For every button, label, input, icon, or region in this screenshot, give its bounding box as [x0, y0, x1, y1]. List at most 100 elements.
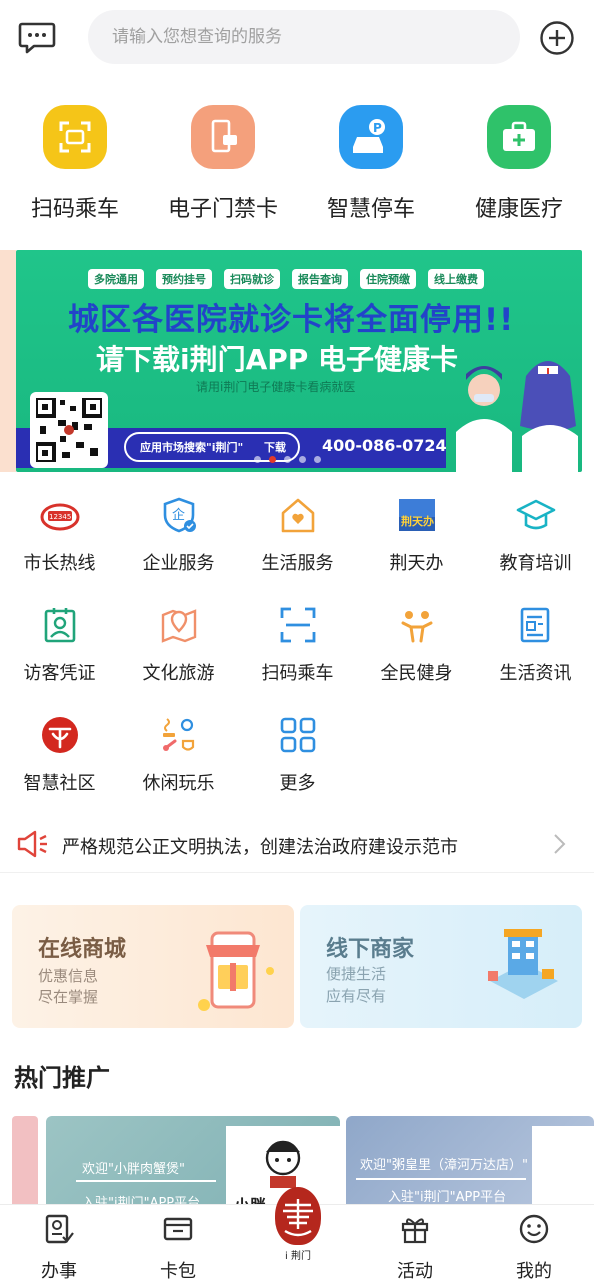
notice-text: 严格规范公正文明执法，创建法治政府建设示范市: [62, 837, 458, 858]
service-visitor[interactable]: 访客凭证: [0, 605, 119, 685]
service-label: 访客凭证: [23, 663, 96, 684]
carousel-dot[interactable]: [299, 456, 306, 463]
quick-door-card[interactable]: 电子门禁卡: [148, 105, 298, 223]
service-label: 全民健身: [380, 663, 453, 684]
quick-label: 扫码乘车: [30, 197, 119, 222]
map-pin-icon: [159, 605, 199, 645]
tab-label: i 荆门: [285, 1251, 311, 1262]
service-label: 文化旅游: [142, 663, 215, 684]
promo-offline-merchants[interactable]: 线下商家 便捷生活 应有尽有: [300, 905, 582, 1028]
service-label: 扫码乘车: [261, 663, 334, 684]
service-mayor-hotline[interactable]: 12345 市长热线: [0, 495, 119, 575]
wallet-icon: [163, 1217, 193, 1241]
message-icon[interactable]: [18, 18, 56, 56]
hot-card-peek[interactable]: [12, 1116, 38, 1216]
banner-tag: 住院预缴: [360, 269, 416, 289]
fitness-icon: [397, 605, 437, 645]
visitor-badge-icon: [40, 605, 80, 645]
news-icon: [516, 605, 556, 645]
banner-tag: 线上缴费: [428, 269, 484, 289]
hot-card-promo[interactable]: 欢迎"粥皇里（漳河万达店）" 入驻"i荆门"APP平台: [346, 1116, 594, 1216]
service-life-news[interactable]: 生活资讯: [476, 605, 594, 685]
add-icon[interactable]: [539, 20, 575, 56]
notice-bar[interactable]: 严格规范公正文明执法，创建法治政府建设示范市: [0, 815, 594, 873]
tab-wallet[interactable]: 卡包: [133, 1213, 223, 1280]
affairs-icon: [45, 1214, 74, 1244]
quick-actions: 扫码乘车 电子门禁卡 P 智慧停车 健康医疗: [0, 105, 594, 225]
brand-logo-panel: [532, 1126, 594, 1216]
quick-health-medical[interactable]: 健康医疗: [444, 105, 594, 223]
service-enterprise[interactable]: 企 企业服务: [119, 495, 238, 575]
grid-more-icon: [278, 715, 318, 755]
top-bar: [0, 0, 594, 80]
svg-text:企: 企: [172, 507, 185, 523]
promo-line2: 尽在掌握: [38, 988, 99, 1006]
quick-label: 智慧停车: [326, 197, 415, 222]
tab-jingmen[interactable]: i 荆门: [268, 1187, 328, 1262]
tab-activity[interactable]: 活动: [370, 1213, 460, 1280]
quick-label: 健康医疗: [474, 197, 563, 222]
leisure-icon: [159, 715, 199, 755]
jingtianban-icon: 荆天办: [397, 495, 437, 535]
quick-scan-ride[interactable]: 扫码乘车: [0, 105, 150, 223]
megaphone-icon: [17, 830, 47, 858]
banner-carousel[interactable]: 多院通用 预约挂号 扫码就诊 报告查询 住院预缴 线上缴费 城区各医院就诊卡将全…: [16, 250, 582, 472]
parking-icon: P: [339, 105, 403, 169]
banner-tag: 多院通用: [88, 269, 144, 289]
tab-label: 活动: [397, 1261, 433, 1280]
service-culture-tourism[interactable]: 文化旅游: [119, 605, 238, 685]
promo-title: 在线商城: [38, 937, 127, 962]
service-scan-ride[interactable]: 扫码乘车: [238, 605, 357, 685]
tab-mine[interactable]: 我的: [489, 1213, 579, 1280]
service-label: 智慧社区: [23, 773, 96, 794]
smile-icon: [519, 1214, 549, 1244]
service-life[interactable]: 生活服务: [238, 495, 357, 575]
hotline-12345-icon: 12345: [40, 495, 80, 535]
service-label: 企业服务: [142, 553, 215, 574]
tab-label: 我的: [516, 1261, 552, 1280]
service-more[interactable]: 更多: [238, 715, 357, 795]
gift-icon: [401, 1218, 429, 1244]
carousel-dot[interactable]: [254, 456, 261, 463]
qr-code-icon: [30, 392, 108, 468]
hot-card-line2: 入驻"i荆门"APP平台: [388, 1190, 507, 1205]
quick-smart-parking[interactable]: P 智慧停车: [296, 105, 446, 223]
hot-card-divider: [356, 1178, 526, 1180]
banner-phone: 400-086-0724: [322, 436, 447, 455]
service-label: 市长热线: [23, 553, 96, 574]
banner-download: 下载: [264, 441, 286, 454]
svg-text:P: P: [373, 121, 382, 135]
carousel-dot[interactable]: [284, 456, 291, 463]
medical-kit-icon: [487, 105, 551, 169]
carousel-dot-active[interactable]: [269, 456, 276, 463]
search-bar[interactable]: [88, 10, 520, 64]
banner-small-text: 请用i荆门电子健康卡看病就医: [196, 380, 356, 394]
service-fitness[interactable]: 全民健身: [357, 605, 476, 685]
tab-label: 卡包: [160, 1261, 196, 1280]
scan-icon: [278, 605, 318, 645]
search-input[interactable]: [88, 10, 520, 64]
promo-line1: 优惠信息: [38, 967, 99, 985]
tab-label: 办事: [41, 1261, 77, 1280]
banner-tag: 预约挂号: [156, 269, 212, 289]
tab-affairs[interactable]: 办事: [14, 1213, 104, 1280]
community-icon: [40, 715, 80, 755]
carousel-dot[interactable]: [314, 456, 321, 463]
service-leisure[interactable]: 休闲玩乐: [119, 715, 238, 795]
promo-online-mall[interactable]: 在线商城 优惠信息 尽在掌握: [12, 905, 294, 1028]
door-card-icon: [191, 105, 255, 169]
quick-label: 电子门禁卡: [167, 197, 278, 222]
service-smart-community[interactable]: 智慧社区: [0, 715, 119, 795]
banner-search-hint: 应用市场搜索"i荆门": [140, 441, 244, 454]
banner-tag: 扫码就诊: [224, 269, 280, 289]
svg-text:荆天办: 荆天办: [401, 514, 434, 528]
carousel-dots: [254, 456, 321, 463]
banner-tags: 多院通用 预约挂号 扫码就诊 报告查询 住院预缴 线上缴费: [88, 269, 484, 289]
service-education[interactable]: 教育培训: [476, 495, 594, 575]
service-label: 生活服务: [261, 553, 334, 574]
scan-icon: [43, 105, 107, 169]
bottom-tab-bar: 办事 卡包 i 荆门 活动 我的: [0, 1187, 594, 1280]
promo-title: 线下商家: [326, 937, 415, 962]
banner-peek: [0, 250, 16, 472]
service-jingtianban[interactable]: 荆天办 荆天办: [357, 495, 476, 575]
